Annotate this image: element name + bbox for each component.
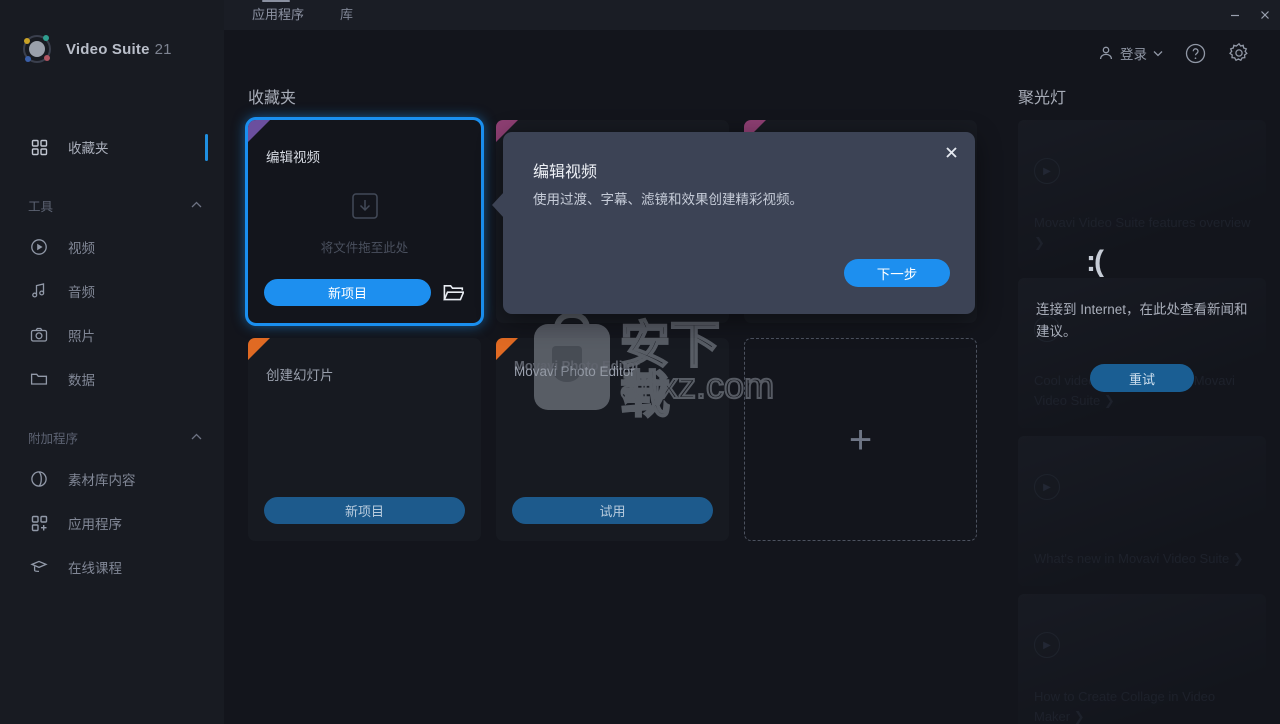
tab-applications[interactable]: 应用程序	[248, 0, 308, 30]
next-step-button[interactable]: 下一步	[844, 259, 950, 287]
tab-applications-label: 应用程序	[252, 7, 305, 22]
card-photo-editor-title: Movavi Photo Editor	[514, 364, 635, 379]
corner-marker	[248, 120, 270, 142]
play-circle-icon	[28, 236, 50, 258]
app-window: 应用程序 库 Video Suite 21 收藏夹 工具 视频 音频 照片 数据…	[0, 0, 1280, 724]
brand-name: Video Suite 21	[66, 41, 172, 58]
sidebar-item-photos[interactable]: 照片	[0, 313, 224, 357]
card-actions: 新项目	[264, 279, 465, 306]
grid-plus-icon	[28, 512, 50, 534]
card-create-slideshow-title: 创建幻灯片	[266, 368, 334, 383]
sidebar-item-online-courses[interactable]: 在线课程	[0, 545, 224, 589]
chevron-up-icon	[191, 199, 202, 211]
sidebar: Video Suite 21 收藏夹 工具 视频 音频 照片 数据 附加程序 素…	[0, 0, 224, 724]
tab-library-label: 库	[340, 7, 354, 22]
play-icon: ▶	[1034, 632, 1060, 658]
active-indicator	[205, 134, 208, 161]
folder-icon	[28, 368, 50, 390]
spotlight-item[interactable]: ▶ How to Create Collage in Video Maker ❯	[1018, 594, 1266, 724]
camera-icon	[28, 324, 50, 346]
card-photo-editor[interactable]: Movavi Photo Editor 试用	[496, 338, 729, 541]
retry-button[interactable]: 重试	[1090, 364, 1194, 393]
play-icon: ▶	[1034, 158, 1060, 184]
sidebar-item-data-label: 数据	[68, 373, 95, 388]
modal-title: 编辑视频	[533, 164, 598, 181]
sad-face-icon: :(	[1086, 245, 1104, 278]
open-folder-icon[interactable]	[441, 281, 465, 305]
sidebar-group-addons[interactable]: 附加程序	[0, 417, 224, 457]
sidebar-group-tools-label: 工具	[28, 199, 54, 214]
sphere-icon	[28, 468, 50, 490]
spotlight-item-label: How to Create Collage in Video Maker ❯	[1034, 689, 1216, 724]
window-controls	[1220, 0, 1280, 30]
modal-pointer	[492, 192, 504, 218]
brand: Video Suite 21	[20, 32, 172, 66]
download-box-icon	[351, 192, 379, 225]
top-tabs: 应用程序 库	[248, 0, 357, 30]
brand-version: 21	[154, 40, 172, 58]
spotlight-item[interactable]: ▶ What's new in Movavi Video Suite ❯	[1018, 436, 1266, 586]
sidebar-item-applications[interactable]: 应用程序	[0, 501, 224, 545]
close-icon[interactable]	[941, 142, 961, 162]
card-create-slideshow[interactable]: 创建幻灯片 新项目	[248, 338, 481, 541]
minimize-button[interactable]	[1220, 0, 1250, 30]
trial-button[interactable]: 试用	[512, 497, 713, 524]
card-row: 创建幻灯片 新项目 Movavi Photo Editor 试用 +	[248, 338, 1000, 541]
page-title: 收藏夹	[248, 90, 297, 107]
card-add-new[interactable]: +	[744, 338, 977, 541]
sidebar-item-photos-label: 照片	[68, 329, 95, 344]
spotlight-item-label: What's new in Movavi Video Suite ❯	[1034, 550, 1244, 566]
plus-icon: +	[848, 417, 873, 462]
spotlight-list: ▶ Movavi Video Suite features overview ❯…	[1018, 120, 1266, 724]
drop-zone-label: 将文件拖至此处	[320, 241, 409, 255]
graduation-cap-icon	[28, 556, 50, 578]
corner-marker	[248, 338, 270, 360]
spotlight-panel: 聚光灯 ▶ Movavi Video Suite features overvi…	[1010, 30, 1280, 724]
movavi-logo-icon	[20, 32, 54, 66]
sidebar-item-favorites[interactable]: 收藏夹	[0, 125, 224, 169]
sidebar-item-audio-label: 音频	[68, 285, 95, 300]
offline-notice: :( 连接到 Internet，在此处查看新闻和建议。 重试	[1018, 245, 1266, 393]
card-edit-video-title: 编辑视频	[266, 150, 320, 165]
close-button[interactable]	[1250, 0, 1280, 30]
sidebar-item-video[interactable]: 视频	[0, 225, 224, 269]
card-edit-video[interactable]: 编辑视频 将文件拖至此处 新项目	[245, 117, 484, 326]
card-actions: 新项目	[264, 497, 465, 524]
music-note-icon	[28, 280, 50, 302]
card-actions: 试用	[512, 497, 713, 524]
onboarding-modal: 编辑视频 使用过渡、字幕、滤镜和效果创建精彩视频。 下一步	[492, 132, 975, 314]
sidebar-item-data[interactable]: 数据	[0, 357, 224, 401]
tab-library[interactable]: 库	[336, 0, 357, 30]
sidebar-group-addons-label: 附加程序	[28, 431, 79, 446]
sidebar-group-tools[interactable]: 工具	[0, 185, 224, 225]
sidebar-item-library-content[interactable]: 素材库内容	[0, 457, 224, 501]
sidebar-item-library-content-label: 素材库内容	[68, 473, 136, 488]
sidebar-item-audio[interactable]: 音频	[0, 269, 224, 313]
new-project-button-slideshow[interactable]: 新项目	[264, 497, 465, 524]
sidebar-item-online-courses-label: 在线课程	[68, 561, 122, 576]
drop-zone[interactable]: 将文件拖至此处	[248, 192, 481, 256]
grid-icon	[28, 136, 50, 158]
sidebar-nav: 收藏夹 工具 视频 音频 照片 数据 附加程序 素材库内容 应用程序 在线课程	[0, 125, 224, 589]
sidebar-item-favorites-label: 收藏夹	[68, 141, 109, 156]
offline-message: 连接到 Internet，在此处查看新闻和建议。	[1036, 302, 1248, 339]
sidebar-item-applications-label: 应用程序	[68, 517, 122, 532]
new-project-button[interactable]: 新项目	[264, 279, 431, 306]
chevron-up-icon	[191, 431, 202, 443]
corner-marker	[496, 338, 518, 360]
spotlight-title: 聚光灯	[1018, 90, 1067, 107]
sidebar-item-video-label: 视频	[68, 241, 95, 256]
brand-name-text: Video Suite	[66, 40, 150, 58]
play-icon: ▶	[1034, 474, 1060, 500]
modal-body-text: 使用过渡、字幕、滤镜和效果创建精彩视频。	[533, 192, 803, 207]
